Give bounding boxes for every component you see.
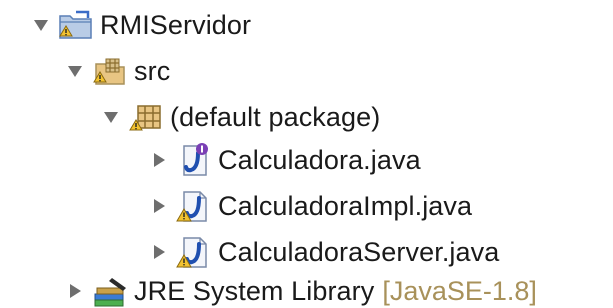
java-project-icon — [56, 5, 96, 45]
java-class-warning-icon — [174, 232, 214, 272]
expanded-arrow-icon[interactable] — [66, 62, 84, 80]
collapsed-arrow-icon[interactable] — [150, 197, 168, 215]
package-icon — [126, 97, 166, 137]
package-explorer-tree: RMIServidor src (default package) Calcul… — [0, 0, 613, 308]
project-name: RMIServidor — [100, 10, 252, 40]
library-icon — [90, 271, 130, 308]
library-version-decoration: [JavaSE-1.8] — [382, 276, 537, 306]
java-interface-icon — [174, 140, 214, 180]
tree-item-package[interactable]: (default package) — [102, 94, 380, 140]
source-folder-icon — [90, 51, 130, 91]
tree-item-file[interactable]: CalculadoraImpl.java — [150, 183, 472, 229]
tree-item-file[interactable]: Calculadora.java — [150, 137, 421, 183]
library-name: JRE System Library — [134, 276, 375, 306]
tree-item-library[interactable]: JRE System Library [JavaSE-1.8] — [66, 268, 537, 308]
file-name: CalculadoraServer.java — [218, 237, 500, 267]
expanded-arrow-icon[interactable] — [32, 16, 50, 34]
file-name: Calculadora.java — [218, 145, 421, 175]
java-class-warning-icon — [174, 186, 214, 226]
collapsed-arrow-icon[interactable] — [66, 282, 84, 300]
collapsed-arrow-icon[interactable] — [150, 151, 168, 169]
collapsed-arrow-icon[interactable] — [150, 243, 168, 261]
source-folder-name: src — [134, 56, 171, 86]
tree-item-source-folder[interactable]: src — [66, 48, 170, 94]
tree-item-project[interactable]: RMIServidor — [32, 2, 251, 48]
package-name: (default package) — [170, 102, 381, 132]
file-name: CalculadoraImpl.java — [218, 191, 473, 221]
expanded-arrow-icon[interactable] — [102, 108, 120, 126]
